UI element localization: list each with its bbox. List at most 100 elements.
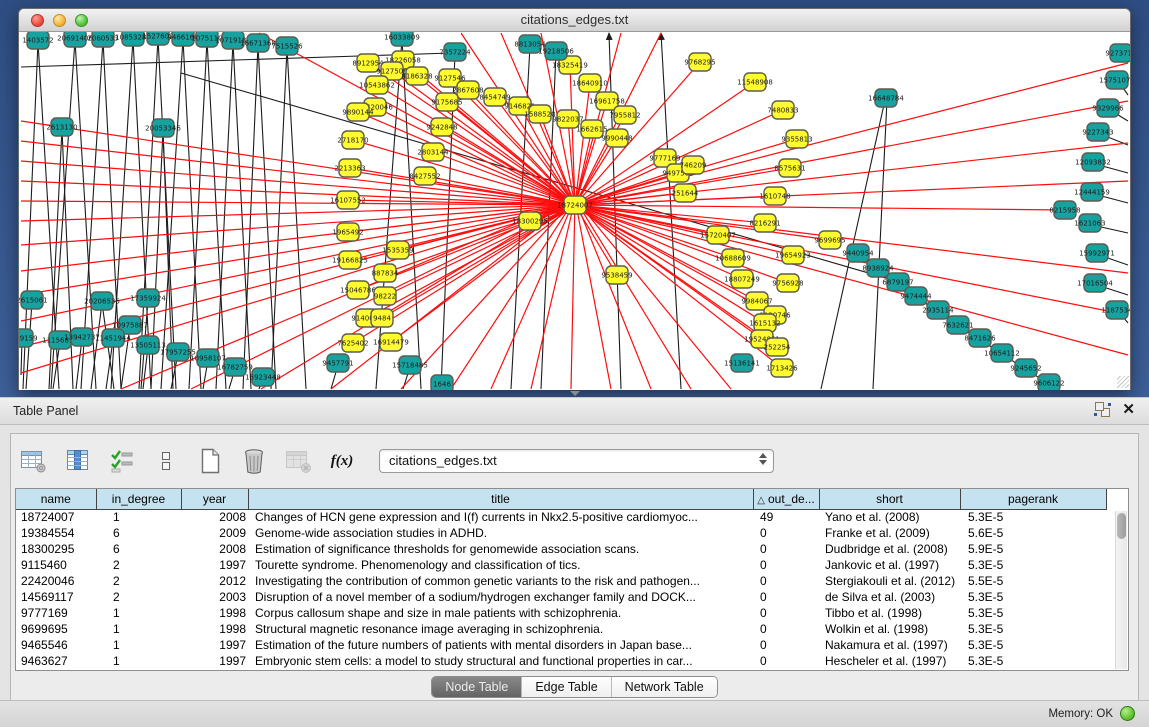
table-row[interactable]: 911546021997Tourette syndrome. Phenomeno… xyxy=(16,557,1106,573)
graph-node[interactable]: 12093832 xyxy=(1075,153,1111,171)
table-cell[interactable]: 2003 xyxy=(181,589,248,605)
graph-node[interactable]: 9245652 xyxy=(1010,359,1041,377)
table-row[interactable]: 946362711997Embryonic stem cells: a mode… xyxy=(16,653,1106,669)
graph-node[interactable]: 251644 xyxy=(672,184,699,202)
graph-node[interactable]: 1713426 xyxy=(766,359,798,377)
column-header-pagerank[interactable]: pagerank xyxy=(960,489,1106,509)
table-cell[interactable]: 0 xyxy=(753,605,819,621)
table-cell[interactable]: Tourette syndrome. Phenomenology and cla… xyxy=(248,557,753,573)
column-selection-icon[interactable] xyxy=(107,446,137,476)
graph-node[interactable]: 252254 xyxy=(764,338,791,356)
table-cell[interactable]: 0 xyxy=(753,525,819,541)
memory-status-indicator[interactable] xyxy=(1120,706,1135,721)
table-cell[interactable]: Embryonic stem cells: a model to study s… xyxy=(248,653,753,669)
table-cell[interactable]: 18300295 xyxy=(16,541,96,557)
table-row[interactable]: 1456911722003Disruption of a novel membe… xyxy=(16,589,1106,605)
table-cell[interactable]: 0 xyxy=(753,557,819,573)
table-cell[interactable]: 0 xyxy=(753,573,819,589)
table-cell[interactable]: 9777169 xyxy=(16,605,96,621)
graph-node[interactable]: 8575631 xyxy=(774,159,805,177)
table-cell[interactable]: 5.3E-5 xyxy=(960,557,1106,573)
graph-node[interactable]: 8215958 xyxy=(1049,201,1080,219)
table-cell[interactable]: 2008 xyxy=(181,509,248,525)
graph-node[interactable]: 18640910 xyxy=(572,74,608,92)
column-header-year[interactable]: year xyxy=(181,489,248,509)
graph-node[interactable]: 15992971 xyxy=(1079,244,1115,262)
graph-node[interactable]: 9175685 xyxy=(431,93,462,111)
table-cell[interactable]: Disruption of a novel member of a sodium… xyxy=(248,589,753,605)
graph-node[interactable]: 2803144 xyxy=(417,143,449,161)
column-header-short[interactable]: short xyxy=(819,489,960,509)
table-cell[interactable]: 0 xyxy=(753,589,819,605)
table-row[interactable]: 969969511998Structural magnetic resonanc… xyxy=(16,621,1106,637)
graph-node[interactable]: 10654112 xyxy=(984,344,1020,362)
graph-node[interactable]: 17016504 xyxy=(1077,274,1113,292)
table-cell[interactable]: 1998 xyxy=(181,605,248,621)
table-cell[interactable]: 5.5E-5 xyxy=(960,573,1106,589)
graph-node[interactable]: 9699695 xyxy=(814,231,845,249)
graph-node[interactable]: 1965492 xyxy=(332,223,363,241)
table-cell[interactable]: Dudbridge et al. (2008) xyxy=(819,541,960,557)
table-cell[interactable]: 49 xyxy=(753,509,819,525)
close-button[interactable] xyxy=(31,14,44,27)
row-height-icon[interactable] xyxy=(151,446,181,476)
window-titlebar[interactable]: citations_edges.txt xyxy=(19,9,1130,32)
table-cell[interactable]: 6 xyxy=(96,541,181,557)
table-cell[interactable]: 18724007 xyxy=(16,509,96,525)
table-row[interactable]: 1872400712008Changes of HCN gene express… xyxy=(16,509,1106,525)
table-cell[interactable]: Changes of HCN gene expression and I(f) … xyxy=(248,509,753,525)
graph-node[interactable]: 8186328 xyxy=(401,67,432,85)
graph-node[interactable]: 746209 xyxy=(680,156,707,174)
table-cell[interactable]: 1 xyxy=(96,621,181,637)
graph-node[interactable]: 7632621 xyxy=(942,316,973,334)
graph-node[interactable]: 1535359 xyxy=(382,241,413,259)
column-header-in_degree[interactable]: in_degree xyxy=(96,489,181,509)
column-header-name[interactable]: name xyxy=(16,489,96,509)
split-divider[interactable] xyxy=(0,390,1149,397)
graph-node[interactable]: 9329966 xyxy=(1092,99,1124,117)
table-cell[interactable]: 9465546 xyxy=(16,637,96,653)
table-row[interactable]: 2242004622012Investigating the contribut… xyxy=(16,573,1106,589)
graph-node[interactable]: 8427552 xyxy=(409,167,440,185)
table-cell[interactable]: Structural magnetic resonance image aver… xyxy=(248,621,753,637)
table-cell[interactable]: Jankovic et al. (1997) xyxy=(819,557,960,573)
scrollbar-thumb[interactable] xyxy=(1117,513,1126,539)
graph-node[interactable]: 15046786 xyxy=(340,281,376,299)
table-selector-dropdown[interactable]: citations_edges.txt xyxy=(379,449,774,473)
table-cell[interactable]: 6 xyxy=(96,525,181,541)
zoom-button[interactable] xyxy=(75,14,88,27)
table-cell[interactable]: 2 xyxy=(96,557,181,573)
table-cell[interactable]: Tibbo et al. (1998) xyxy=(819,605,960,621)
table-cell[interactable]: 14569117 xyxy=(16,589,96,605)
table-cell[interactable]: 22420046 xyxy=(16,573,96,589)
table-cell[interactable]: 0 xyxy=(753,541,819,557)
graph-node[interactable]: 1610748 xyxy=(759,187,790,205)
table-row[interactable]: 977716911998Corpus callosum shape and si… xyxy=(16,605,1106,621)
graph-node[interactable]: 15751074 xyxy=(1099,71,1130,89)
table-row[interactable]: 1830029562008Estimation of significance … xyxy=(16,541,1106,557)
graph-node[interactable]: 9273716 xyxy=(1105,44,1130,62)
new-column-icon[interactable] xyxy=(195,446,225,476)
graph-node[interactable]: 8216291 xyxy=(749,214,780,232)
tab-edge-table[interactable]: Edge Table xyxy=(522,677,611,697)
graph-node[interactable]: 9355813 xyxy=(781,130,812,148)
graph-node[interactable]: 9768295 xyxy=(684,53,715,71)
graph-node[interactable]: 9474444 xyxy=(900,287,932,305)
table-cell[interactable]: 2009 xyxy=(181,525,248,541)
tab-node-table[interactable]: Node Table xyxy=(432,677,522,697)
graph-node[interactable]: 15136141 xyxy=(724,354,760,372)
column-header-out_de[interactable]: △out_de... xyxy=(753,489,819,509)
graph-node[interactable]: 1588520 xyxy=(524,105,555,123)
table-cell[interactable]: 1 xyxy=(96,653,181,669)
table-cell[interactable]: 2 xyxy=(96,573,181,589)
graph-node[interactable]: 9484 xyxy=(371,309,393,327)
table-cell[interactable]: 1997 xyxy=(181,653,248,669)
table-cell[interactable]: 0 xyxy=(753,637,819,653)
graph-node[interactable]: 7955812 xyxy=(609,106,640,124)
table-cell[interactable]: Yano et al. (2008) xyxy=(819,509,960,525)
table-cell[interactable]: Estimation of the future numbers of pati… xyxy=(248,637,753,653)
table-cell[interactable]: Corpus callosum shape and size in male p… xyxy=(248,605,753,621)
graph-node[interactable]: 7357224 xyxy=(439,43,471,61)
graph-node[interactable]: 9139159 xyxy=(19,329,38,347)
close-panel-icon[interactable]: ✕ xyxy=(1122,402,1135,417)
